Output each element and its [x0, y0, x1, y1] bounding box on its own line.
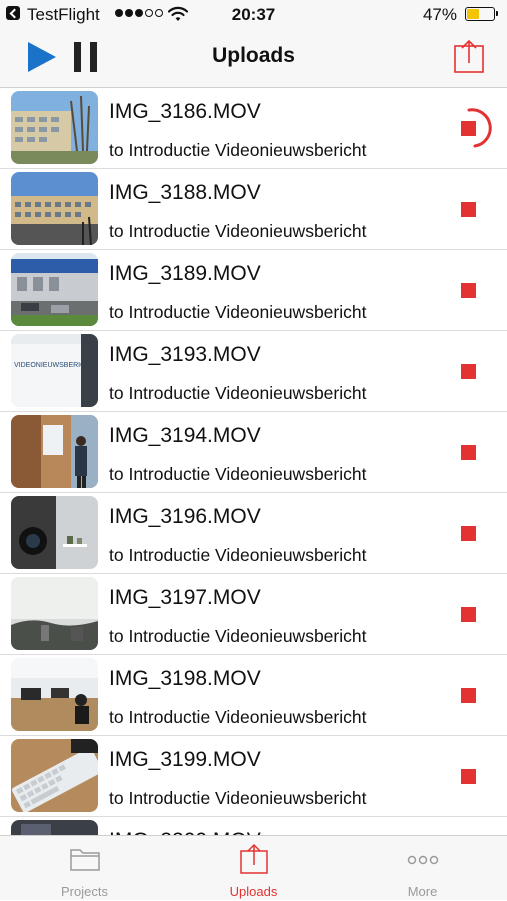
stop-icon — [461, 364, 476, 379]
upload-row[interactable]: VIDEONIEUWSBERICHT IMG_3193.MOVto Introdu… — [0, 331, 507, 412]
file-name: IMG_3197.MOV — [109, 586, 261, 609]
stop-upload-button[interactable] — [452, 436, 486, 470]
destination-project: to Introductie Videonieuwsbericht — [109, 545, 367, 565]
stop-upload-button[interactable] — [452, 598, 486, 632]
file-name: IMG_3196.MOV — [109, 505, 261, 528]
upload-row[interactable]: IMG_3199.MOVto Introductie Videonieuwsbe… — [0, 736, 507, 817]
video-thumbnail — [11, 496, 98, 569]
video-thumbnail — [11, 253, 98, 326]
stop-icon — [461, 283, 476, 298]
tab-bar: Projects Uploads More — [0, 835, 507, 900]
pause-all-button[interactable] — [72, 40, 100, 74]
destination-project: to Introductie Videonieuwsbericht — [109, 626, 367, 646]
stop-upload-button[interactable] — [452, 108, 492, 148]
uploads-list[interactable]: IMG_3186.MOVto Introductie Videonieuwsbe… — [0, 88, 507, 835]
tab-more[interactable]: More — [338, 836, 507, 901]
video-thumbnail — [11, 415, 98, 488]
folder-icon — [70, 849, 100, 871]
destination-project: to Introductie Videonieuwsbericht — [109, 140, 367, 160]
destination-project: to Introductie Videonieuwsbericht — [109, 464, 367, 484]
more-dots-icon — [407, 855, 439, 865]
upload-row[interactable]: IMG_3194.MOVto Introductie Videonieuwsbe… — [0, 412, 507, 493]
status-bar: TestFlight 20:37 47% — [0, 0, 507, 30]
tab-uploads-label: Uploads — [229, 884, 278, 899]
upload-row[interactable]: IMG_3186.MOVto Introductie Videonieuwsbe… — [0, 88, 507, 169]
video-thumbnail — [11, 739, 98, 812]
stop-upload-button[interactable] — [452, 355, 486, 389]
upload-row[interactable]: IMG_3197.MOVto Introductie Videonieuwsbe… — [0, 574, 507, 655]
file-name: IMG_3198.MOV — [109, 667, 261, 690]
file-name: IMG_3189.MOV — [109, 262, 261, 285]
upload-row[interactable]: IMG_3188.MOVto Introductie Videonieuwsbe… — [0, 169, 507, 250]
file-name: IMG_3193.MOV — [109, 343, 261, 366]
destination-project: to Introductie Videonieuwsbericht — [109, 302, 367, 322]
video-thumbnail — [11, 91, 98, 164]
tab-projects-label: Projects — [61, 884, 108, 899]
upload-row[interactable]: IMG_3198.MOVto Introductie Videonieuwsbe… — [0, 655, 507, 736]
destination-project: to Introductie Videonieuwsbericht — [109, 221, 367, 241]
upload-row[interactable]: IMG_3196.MOVto Introductie Videonieuwsbe… — [0, 493, 507, 574]
video-thumbnail: VIDEONIEUWSBERICHT — [11, 334, 98, 407]
stop-upload-button[interactable] — [452, 517, 486, 551]
upload-row[interactable]: IMG_3200.MOV — [0, 817, 507, 835]
destination-project: to Introductie Videonieuwsbericht — [109, 383, 367, 403]
stop-icon — [461, 607, 476, 622]
nav-bar: Uploads — [0, 30, 507, 88]
tab-projects[interactable]: Projects — [0, 836, 169, 901]
play-all-button[interactable] — [26, 40, 58, 74]
upload-button[interactable] — [453, 38, 485, 74]
file-name: IMG_3186.MOV — [109, 100, 261, 123]
video-thumbnail — [11, 820, 98, 835]
stop-icon — [461, 688, 476, 703]
video-thumbnail — [11, 172, 98, 245]
stop-icon — [461, 121, 476, 136]
stop-icon — [461, 769, 476, 784]
destination-project: to Introductie Videonieuwsbericht — [109, 788, 367, 808]
battery-icon — [465, 7, 498, 21]
stop-icon — [461, 202, 476, 217]
tab-uploads[interactable]: Uploads — [169, 836, 338, 901]
stop-upload-button[interactable] — [452, 193, 486, 227]
file-name: IMG_3188.MOV — [109, 181, 261, 204]
stop-upload-button[interactable] — [452, 760, 486, 794]
tab-more-label: More — [407, 884, 438, 899]
battery-level-fill — [467, 9, 479, 19]
battery-percent: 47% — [422, 5, 457, 24]
upload-row[interactable]: IMG_3189.MOVto Introductie Videonieuwsbe… — [0, 250, 507, 331]
upload-icon — [240, 843, 268, 874]
video-thumbnail — [11, 577, 98, 650]
stop-upload-button[interactable] — [452, 679, 486, 713]
video-thumbnail — [11, 658, 98, 731]
destination-project: to Introductie Videonieuwsbericht — [109, 707, 367, 727]
stop-upload-button[interactable] — [452, 274, 486, 308]
stop-icon — [461, 526, 476, 541]
file-name: IMG_3199.MOV — [109, 748, 261, 771]
stop-icon — [461, 445, 476, 460]
file-name: IMG_3194.MOV — [109, 424, 261, 447]
